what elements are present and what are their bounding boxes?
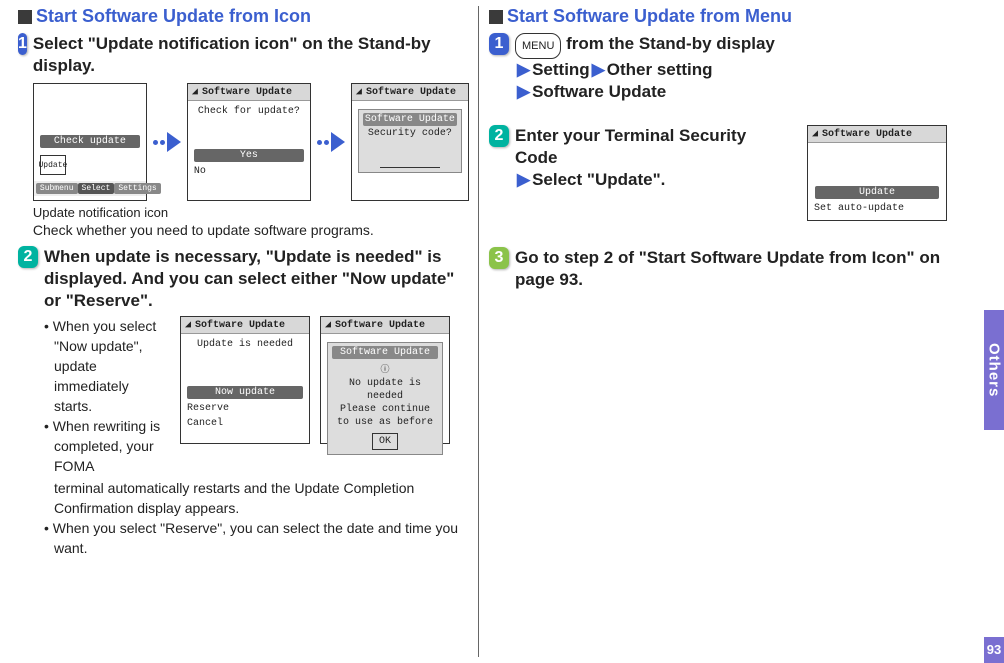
arrow-2 (317, 132, 345, 152)
bullet-rewriting-cont: terminal automatically restarts and the … (44, 478, 466, 518)
left-step1-heading: Select "Update notification icon" on the… (33, 33, 469, 77)
no-update-line2: needed (330, 390, 440, 403)
no-update-prompt: Software Update ⓘ No update is needed Pl… (327, 342, 443, 455)
screen2b-title: Software Update (335, 320, 425, 331)
screen-b-title: Software Update (202, 87, 292, 98)
right-step-3: 3 Go to step 2 of "Start Software Update… (489, 247, 947, 291)
left-step1-screens: Check update Update Submenu Select Setti… (33, 83, 469, 201)
check-for-update-text: Check for update? (192, 105, 306, 118)
set-auto-update-row: Set auto-update (812, 202, 942, 215)
antenna-icon: ◢ (192, 86, 198, 98)
right-step3-text: Go to step 2 of "Start Software Update f… (515, 247, 947, 291)
right-step2-line2: ▶Select "Update". (515, 169, 793, 191)
screen-check-for-update: ◢ Software Update Check for update? Yes N… (187, 83, 311, 201)
screen-check-update: Check update Update Submenu Select Setti… (33, 83, 147, 201)
security-code-prompt: Software Update Security code? (358, 109, 462, 173)
prompt-body: Security code? (361, 127, 459, 140)
section-bullet (18, 10, 32, 24)
antenna-icon: ◢ (325, 319, 331, 331)
screen-r2-title: Software Update (822, 129, 912, 140)
right-section-title: Start Software Update from Menu (489, 6, 947, 27)
left-step1-note: Check whether you need to update softwar… (33, 222, 469, 238)
right-column: Start Software Update from Menu 1 MENU f… (489, 6, 959, 657)
path-arrow-icon: ▶ (517, 81, 530, 103)
left-step2-bullets-bottom: When you select "Reserve", you can selec… (44, 518, 466, 558)
right-step-1: 1 MENU from the Stand-by display ▶Settin… (489, 33, 947, 103)
column-divider (478, 6, 479, 657)
screen-c-title: Software Update (366, 87, 456, 98)
now-update-row: Now update (187, 386, 302, 399)
left-section-title: Start Software Update from Icon (18, 6, 466, 27)
left-step2-bullets-top: When you select "Now update", update imm… (44, 316, 170, 416)
ok-button: OK (372, 433, 398, 450)
right-step1-line1: MENU from the Stand-by display (515, 33, 947, 59)
screen-update-menu: ◢ Software Update Update Set auto-update (807, 125, 947, 221)
section-bullet (489, 10, 503, 24)
left-step-1: 1 Select "Update notification icon" on t… (18, 33, 466, 238)
yes-row: Yes (194, 149, 303, 162)
right-section-title-text: Start Software Update from Menu (507, 6, 792, 27)
cancel-row: Cancel (185, 417, 305, 430)
select-update-text: Select "Update". (532, 170, 665, 189)
left-column: Start Software Update from Icon 1 Select… (18, 6, 478, 657)
screen-no-update-needed: ◢Software Update Software Update ⓘ No up… (320, 316, 450, 444)
left-step-2: 2 When update is necessary, "Update is n… (18, 246, 466, 558)
step-number-3r: 3 (489, 247, 509, 269)
left-section-title-text: Start Software Update from Icon (36, 6, 311, 27)
path-arrow-icon: ▶ (592, 59, 605, 81)
bullet-now-update: When you select "Now update", update imm… (44, 316, 170, 416)
antenna-icon: ◢ (356, 86, 362, 98)
path-arrow-icon: ▶ (517, 169, 530, 191)
menu-button-icon: MENU (515, 33, 561, 59)
path-other-setting: Other setting (607, 60, 713, 79)
right-step2-line1: Enter your Terminal Security Code (515, 125, 793, 169)
softkey-row: Submenu Select Settings (34, 181, 146, 196)
path-software-update: Software Update (532, 82, 666, 101)
step-number-1: 1 (18, 33, 27, 55)
bullet-rewriting-partial: When rewriting is completed, your FOMA (44, 416, 170, 476)
antenna-icon: ◢ (812, 128, 818, 140)
step-number-2r: 2 (489, 125, 509, 147)
screen2a-title: Software Update (195, 320, 285, 331)
bullet-reserve: When you select "Reserve", you can selec… (44, 518, 466, 558)
no-update-line3: Please continue (330, 403, 440, 416)
others-tab: Others (984, 310, 1004, 430)
screen-security-code: ◢ Software Update Software Update Securit… (351, 83, 469, 201)
left-step2-bullets-cont: terminal automatically restarts and the … (44, 478, 466, 518)
check-update-row: Check update (40, 135, 140, 148)
update-row: Update (815, 186, 940, 199)
screen-update-needed: ◢ Software Update Update is needed Now up… (180, 316, 310, 444)
step-number-2: 2 (18, 246, 38, 268)
code-input-line (380, 158, 440, 168)
update-icon-caption: Update notification icon (33, 205, 469, 220)
update-icon-cell: Update (40, 155, 66, 175)
path-setting: Setting (532, 60, 590, 79)
left-step2-heading: When update is necessary, "Update is nee… (44, 246, 466, 312)
no-update-line4: to use as before (330, 416, 440, 429)
prompt-title: Software Update (363, 113, 457, 126)
softkey-settings: Settings (114, 183, 160, 194)
arrow-1 (153, 132, 181, 152)
no-row: No (192, 165, 306, 178)
step-number-1r: 1 (489, 33, 509, 55)
softkey-submenu: Submenu (36, 183, 78, 194)
from-standby-text: from the Stand-by display (561, 34, 774, 53)
no-update-line1: No update is (330, 377, 440, 390)
right-sidebar: Others 93 (984, 0, 1004, 663)
softkey-select: Select (78, 183, 115, 194)
left-step2-bullet-rewriting-start: When rewriting is completed, your FOMA (44, 416, 170, 476)
update-needed-text: Update is needed (185, 338, 305, 351)
path-arrow-icon: ▶ (517, 59, 530, 81)
antenna-icon: ◢ (185, 319, 191, 331)
page-number: 93 (984, 637, 1004, 663)
prompt2-title: Software Update (332, 346, 438, 359)
right-step1-line3: ▶Software Update (515, 81, 947, 103)
right-step1-line2: ▶Setting▶Other setting (515, 59, 947, 81)
reserve-row: Reserve (185, 402, 305, 415)
right-step-2: 2 Enter your Terminal Security Code ▶Sel… (489, 125, 947, 221)
